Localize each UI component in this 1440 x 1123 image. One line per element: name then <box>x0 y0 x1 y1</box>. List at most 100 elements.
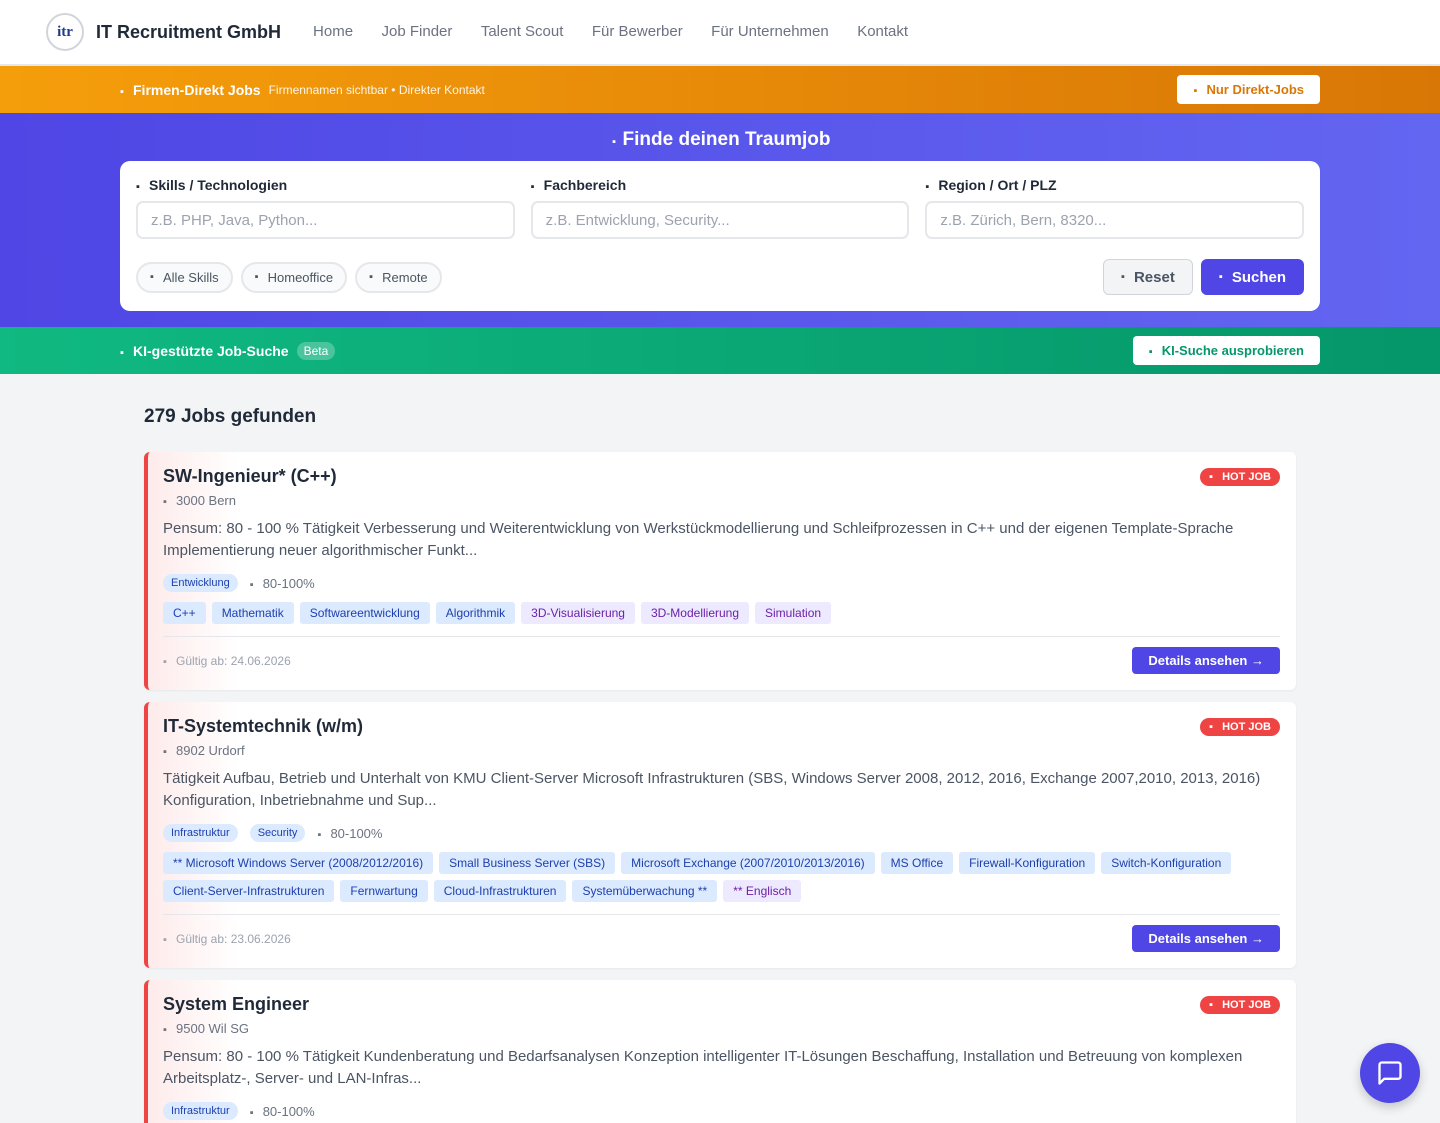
robot-icon: ▪ <box>120 346 124 359</box>
map-pin-icon: ▪ <box>163 1024 167 1036</box>
nav-talent-scout[interactable]: Talent Scout <box>481 23 564 40</box>
skill-tag: Algorithmik <box>435 602 516 624</box>
map-pin-icon: ▪ <box>163 746 167 758</box>
home-icon: ▪ <box>254 271 259 283</box>
clock-icon: ▪ <box>317 828 322 841</box>
brand-name[interactable]: IT Recruitment GmbH <box>96 22 281 43</box>
category-badge: Entwicklung <box>163 574 238 592</box>
job-description: Pensum: 80 - 100 % Tätigkeit Verbesserun… <box>163 520 1234 559</box>
refresh-icon: ▪ <box>1120 271 1125 283</box>
chip-remote[interactable]: ▪ Remote <box>355 261 442 293</box>
skill-tag: Simulation <box>755 602 832 624</box>
job-location: ▪ 8902 Urdorf <box>163 743 245 758</box>
region-input[interactable] <box>925 201 1305 239</box>
skill-tag: Cloud-Infrastrukturen <box>433 880 567 902</box>
nav-home[interactable]: Home <box>313 23 353 40</box>
search-icon: ▪ <box>612 136 616 148</box>
company-logo[interactable]: itr <box>46 13 84 51</box>
skill-tags: C++ Mathematik Softwareentwicklung Algor… <box>163 602 1280 624</box>
category-badge: Infrastruktur <box>163 824 238 842</box>
fire-icon: ▪ <box>1209 999 1213 1011</box>
job-location: ▪ 9500 Wil SG <box>163 1021 249 1036</box>
skill-tag: 3D-Visualisierung <box>521 602 635 624</box>
ai-title: ▪ KI-gestützte Job-Suche <box>120 342 289 359</box>
direkt-subtitle: Firmennamen sichtbar • Direkter Kontakt <box>268 82 485 97</box>
region-label: ▪ Region / Ort / PLZ <box>925 177 1057 193</box>
skill-tag: Client-Server-Infrastrukturen <box>163 880 335 902</box>
skills-input[interactable] <box>136 201 515 239</box>
job-card[interactable]: SW-Ingenieur* (C++) ▪ HOT JOB ▪ 3000 Bern … <box>144 452 1296 690</box>
skill-tag: ** Microsoft Windows Server (2008/2012/2… <box>163 852 434 874</box>
skill-tag: C++ <box>163 602 206 624</box>
category-badge: Infrastruktur <box>163 1102 238 1120</box>
category-badge: Security <box>249 824 306 842</box>
job-title[interactable]: SW-Ingenieur* (C++) <box>163 466 1280 487</box>
fire-icon: ▪ <box>1209 471 1213 483</box>
skill-tags: ** Microsoft Windows Server (2008/2012/2… <box>163 852 1280 902</box>
skill-tag: Small Business Server (SBS) <box>439 852 616 874</box>
hot-job-badge: ▪ HOT JOB <box>1200 996 1280 1014</box>
skill-tag: Switch-Konfiguration <box>1101 852 1232 874</box>
results-count: 279 Jobs gefunden <box>144 406 317 427</box>
skill-tag: Microsoft Exchange (2007/2010/2013/2016) <box>621 852 875 874</box>
direkt-jobs-bar: ▪ Firmen-Direkt Jobs Firmennamen sichtbar… <box>0 66 1440 113</box>
nav-kontakt[interactable]: Kontakt <box>857 23 908 40</box>
skill-tag: Firewall-Konfiguration <box>959 852 1096 874</box>
clock-icon: ▪ <box>249 578 254 591</box>
search-title: ▪ Finde deinen Traumjob <box>0 129 1440 161</box>
job-card[interactable]: IT-Systemtechnik (w/m) ▪ HOT JOB ▪ 8902 Ur… <box>144 702 1296 968</box>
ai-search-button[interactable]: ▪ KI-Suche ausprobieren <box>1132 336 1320 365</box>
fachbereich-label: ▪ Fachbereich <box>530 177 627 193</box>
direkt-jobs-button[interactable]: ▪ Nur Direkt-Jobs <box>1177 75 1320 104</box>
job-pensum: ▪ 80-100% <box>249 575 315 591</box>
ai-search-bar: ▪ KI-gestützte Job-Suche Beta ▪ KI-Suche a… <box>0 327 1440 374</box>
skill-tag: Fernwartung <box>340 880 428 902</box>
skill-tag: Softwareentwicklung <box>299 602 430 624</box>
beta-badge: Beta <box>296 341 336 360</box>
clock-icon: ▪ <box>249 1106 254 1119</box>
hot-job-badge: ▪ HOT JOB <box>1200 718 1280 736</box>
job-pensum: ▪ 80-100% <box>249 1103 315 1119</box>
fire-icon: ▪ <box>1209 721 1213 733</box>
skill-tag: Systemüberwachung ** <box>572 880 718 902</box>
fachbereich-input[interactable] <box>530 201 910 239</box>
skill-tag: Mathematik <box>211 602 294 624</box>
nav-job-finder[interactable]: Job Finder <box>382 23 453 40</box>
details-button[interactable]: Details ansehen → <box>1132 647 1280 674</box>
map-pin-icon: ▪ <box>163 496 167 508</box>
skill-tag: 3D-Modellierung <box>640 602 750 624</box>
list-icon: ▪ <box>150 271 154 283</box>
job-description: Tätigkeit Aufbau, Betrieb und Unterhalt … <box>163 770 1261 809</box>
calendar-icon: ▪ <box>163 933 167 946</box>
job-title[interactable]: IT-Systemtechnik (w/m) <box>163 716 1280 737</box>
site-header: itr IT Recruitment GmbH Home Job Finder … <box>0 0 1440 66</box>
skills-label: ▪ Skills / Technologien <box>136 177 288 193</box>
chip-homeoffice[interactable]: ▪ Homeoffice <box>240 261 348 293</box>
skill-tag: ** Englisch <box>723 880 802 902</box>
skill-tag: MS Office <box>880 852 954 874</box>
calendar-icon: ▪ <box>163 655 167 668</box>
job-pensum: ▪ 80-100% <box>317 825 383 841</box>
map-pin-icon: ▪ <box>925 181 930 193</box>
results-section: 279 Jobs gefunden SW-Ingenieur* (C++) ▪ H… <box>0 374 1440 1123</box>
chat-button[interactable] <box>1360 1043 1420 1103</box>
job-location: ▪ 3000 Bern <box>163 493 236 508</box>
hot-job-badge: ▪ HOT JOB <box>1200 468 1280 486</box>
reset-button[interactable]: ▪ Reset <box>1102 259 1193 295</box>
search-icon: ▪ <box>1218 271 1223 283</box>
job-title[interactable]: System Engineer <box>163 994 1280 1015</box>
details-button[interactable]: Details ansehen → <box>1132 925 1280 952</box>
valid-date: ▪ Gültig ab: 24.06.2026 <box>163 653 291 668</box>
filter-icon: ▪ <box>1193 85 1198 97</box>
search-card: ▪Skills / Technologien ▪Fachbereich ▪Reg… <box>120 161 1320 311</box>
search-button[interactable]: ▪ Suchen <box>1200 259 1304 295</box>
search-section: ▪ Finde deinen Traumjob ▪ Skills / Technol… <box>0 113 1440 327</box>
sparkle-icon: ▪ <box>1148 346 1153 358</box>
chat-bubble-icon <box>1378 1061 1402 1085</box>
nav-fuer-bewerber[interactable]: Für Bewerber <box>592 23 683 40</box>
nav-fuer-unternehmen[interactable]: Für Unternehmen <box>711 23 829 40</box>
folder-icon: ▪ <box>530 181 535 193</box>
job-card[interactable]: System Engineer ▪ HOT JOB ▪ 9500 Wil SG Pe… <box>144 980 1296 1123</box>
chip-alle-skills[interactable]: ▪ Alle Skills <box>136 261 233 293</box>
main-nav: Home Job Finder Talent Scout Für Bewerbe… <box>313 23 932 41</box>
